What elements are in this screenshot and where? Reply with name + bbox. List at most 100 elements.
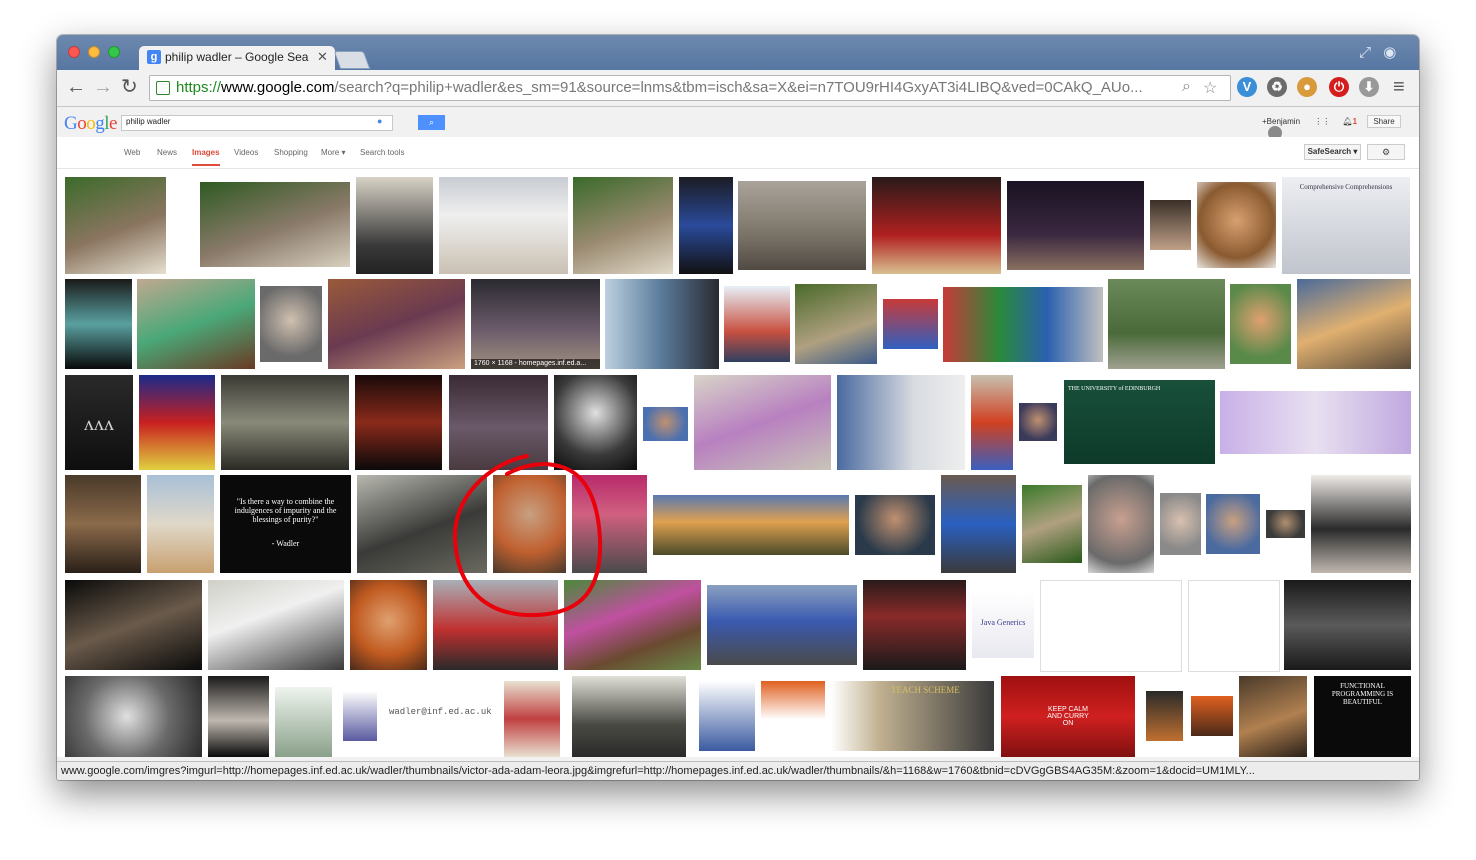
image-result[interactable] <box>65 676 202 757</box>
image-result[interactable] <box>679 177 733 274</box>
notifications-bell-icon[interactable]: 🔔︎ <box>1343 117 1353 126</box>
image-result[interactable] <box>221 375 349 470</box>
image-result[interactable]: wadler@inf.ed.ac.uk <box>387 703 497 723</box>
image-result[interactable] <box>1007 181 1144 270</box>
image-result[interactable]: KEEP CALM AND CURRY ON <box>1001 676 1135 757</box>
image-result[interactable] <box>699 681 755 751</box>
image-result[interactable] <box>275 687 332 757</box>
recycle-icon[interactable]: ♻ <box>1267 77 1287 97</box>
tab-videos[interactable]: Videos <box>234 148 258 157</box>
image-result[interactable] <box>943 287 1103 362</box>
image-result[interactable] <box>343 691 377 741</box>
image-result[interactable] <box>1191 696 1233 736</box>
image-result[interactable] <box>65 475 141 573</box>
search-button[interactable]: ⌕ <box>418 115 445 130</box>
image-result[interactable] <box>1266 510 1305 538</box>
download-extension-icon[interactable]: ⬇ <box>1359 77 1379 97</box>
image-result[interactable] <box>449 375 548 470</box>
apps-grid-icon[interactable]: ⋮⋮ <box>1314 117 1330 126</box>
image-result[interactable]: TEACH SCHEME <box>831 681 994 751</box>
image-result[interactable]: FUNCTIONAL PROGRAMMING IS BEAUTIFUL <box>1314 676 1411 757</box>
image-result[interactable] <box>564 580 701 670</box>
image-result[interactable] <box>1230 284 1291 364</box>
image-result[interactable] <box>837 375 965 470</box>
tab-shopping[interactable]: Shopping <box>274 148 308 157</box>
image-result[interactable] <box>439 177 568 274</box>
tab-more[interactable]: More ▾ <box>321 148 345 157</box>
image-result[interactable] <box>356 177 433 274</box>
image-result[interactable] <box>855 495 935 555</box>
image-result[interactable] <box>493 475 566 573</box>
minimize-window-button[interactable] <box>88 46 100 58</box>
tab-web[interactable]: Web <box>124 148 140 157</box>
image-result[interactable] <box>433 580 558 670</box>
image-result[interactable] <box>554 375 637 470</box>
image-result[interactable] <box>208 676 269 757</box>
image-result[interactable] <box>1160 493 1201 555</box>
image-result[interactable] <box>1197 182 1276 268</box>
image-result[interactable] <box>643 407 688 441</box>
safesearch-button[interactable]: SafeSearch ▾ <box>1304 144 1361 160</box>
tab-close-icon[interactable]: ✕ <box>317 49 328 65</box>
image-result[interactable]: Comprehensive Comprehensions <box>1282 177 1410 274</box>
image-result[interactable] <box>573 177 673 274</box>
image-result[interactable] <box>357 475 487 573</box>
image-result[interactable] <box>65 580 202 670</box>
image-result[interactable] <box>572 676 686 757</box>
image-result[interactable] <box>572 475 647 573</box>
bookmark-star-icon[interactable]: ☆ <box>1203 78 1217 98</box>
microphone-icon[interactable]: ● <box>377 116 382 126</box>
image-result[interactable] <box>65 279 132 369</box>
user-link[interactable]: +Benjamin <box>1262 117 1300 126</box>
image-result[interactable]: ʌʌʌ <box>65 375 133 470</box>
image-result[interactable] <box>208 580 344 670</box>
image-result[interactable] <box>1019 403 1057 441</box>
image-result[interactable] <box>1284 580 1411 670</box>
menu-icon[interactable]: ≡ <box>1393 77 1405 97</box>
image-result[interactable] <box>355 375 442 470</box>
tab-news[interactable]: News <box>157 148 177 157</box>
image-result[interactable] <box>761 681 825 751</box>
image-result[interactable] <box>1188 580 1280 672</box>
share-button[interactable]: Share <box>1367 115 1401 128</box>
fullscreen-icon[interactable]: ⤢ <box>1359 44 1371 61</box>
image-result[interactable] <box>1040 580 1182 672</box>
new-tab-button[interactable] <box>333 51 371 69</box>
search-input[interactable]: philip wadler ● <box>121 115 393 131</box>
forward-arrow-icon[interactable]: → <box>93 77 113 97</box>
image-result[interactable] <box>504 681 560 757</box>
extension-blue-icon[interactable]: V <box>1237 77 1257 97</box>
image-result[interactable] <box>653 495 849 555</box>
image-result[interactable] <box>694 375 831 470</box>
image-result[interactable] <box>137 279 255 369</box>
image-result[interactable] <box>605 279 719 369</box>
image-result[interactable] <box>872 177 1001 274</box>
image-result[interactable] <box>1146 691 1183 741</box>
google-logo[interactable]: Google <box>64 113 117 135</box>
image-result[interactable] <box>328 279 465 369</box>
image-result[interactable] <box>1239 676 1307 757</box>
close-window-button[interactable] <box>68 46 80 58</box>
image-result[interactable]: Java Generics <box>972 592 1034 658</box>
image-result[interactable]: 1760 × 1168 - homepages.inf.ed.a... <box>471 279 600 369</box>
reload-icon[interactable]: ↻ <box>121 77 138 97</box>
image-result[interactable] <box>147 475 214 573</box>
cookie-icon[interactable]: ● <box>1297 77 1317 97</box>
image-result[interactable] <box>1022 485 1082 563</box>
tab-search-tools[interactable]: Search tools <box>360 148 404 157</box>
zoom-window-button[interactable] <box>108 46 120 58</box>
image-result[interactable] <box>883 299 938 349</box>
image-result[interactable] <box>707 585 857 665</box>
image-result[interactable] <box>200 182 350 267</box>
image-result[interactable] <box>1311 475 1411 573</box>
image-result[interactable] <box>1206 494 1260 554</box>
image-result[interactable] <box>738 181 866 270</box>
image-result[interactable] <box>65 177 166 274</box>
image-result[interactable] <box>863 580 966 670</box>
image-result[interactable] <box>795 284 877 364</box>
image-result[interactable] <box>350 580 427 670</box>
image-result[interactable] <box>1220 391 1411 454</box>
image-result[interactable] <box>1088 475 1154 573</box>
address-bar[interactable]: https://www.google.com/search?q=philip+w… <box>149 75 1231 101</box>
stop-extension-icon[interactable]: ⏻ <box>1329 77 1349 97</box>
